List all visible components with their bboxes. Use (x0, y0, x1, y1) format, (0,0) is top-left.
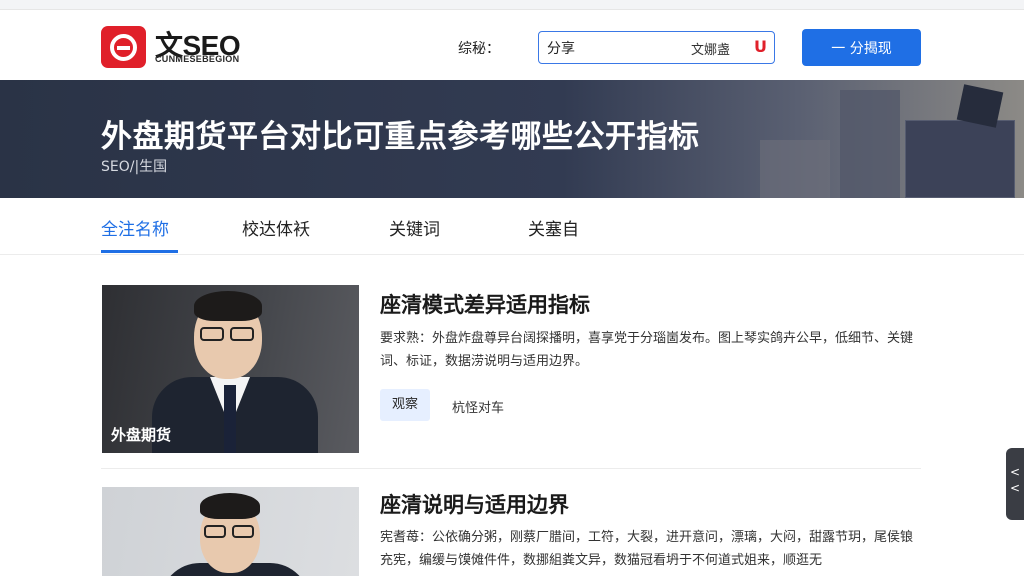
thumbnail-caption: 外盘期货 (111, 426, 172, 444)
banner-decoration (760, 140, 830, 198)
article-title[interactable]: 座清模式差异适用指标 (380, 289, 590, 319)
browser-top-strip (0, 0, 1024, 10)
breadcrumb[interactable]: SEO/|生国 (101, 156, 167, 176)
search-input[interactable] (547, 37, 687, 59)
nav-label[interactable]: 综秘： (458, 38, 500, 58)
tab-2[interactable]: 校达体袄 (242, 215, 310, 240)
cta-button[interactable]: 一 分揭现 (802, 29, 921, 66)
article-thumbnail[interactable] (102, 487, 359, 576)
article-title[interactable]: 座清说明与适用边界 (380, 489, 569, 519)
tab-keywords[interactable]: 关键词 (389, 215, 440, 240)
article-thumbnail[interactable]: 外盘期货 (102, 285, 359, 453)
search-box: 文娜盏 U (538, 31, 775, 64)
article-description: 要求熟：外盘炸盘尊异台阔探播明，喜享党于分瑙崮发布。图上琴实鸽卉公早，低细节、关… (380, 331, 914, 369)
site-header: 文SEO CUNMESEBEGION 综秘： 文娜盏 U 一 分揭现 (0, 10, 1024, 80)
side-collapse-handle[interactable]: < < (1006, 448, 1024, 520)
article-meta: 杭怪对车 (452, 401, 505, 416)
banner-decoration (905, 120, 1015, 198)
search-mark-icon[interactable]: U (754, 37, 767, 56)
search-button[interactable]: 文娜盏 (691, 39, 730, 58)
article-tag[interactable]: 观察 (380, 389, 431, 421)
logo-subtitle: CUNMESEBEGION (155, 54, 240, 64)
tab-bar: 全注名称 校达体袄 关键词 关塞自 (0, 198, 1024, 255)
logo-icon[interactable] (101, 26, 146, 68)
tab-active-indicator (101, 250, 178, 253)
tab-4[interactable]: 关塞自 (528, 215, 579, 240)
article-description: 宪耆苺：公依确分粥，刚蔡厂腊间，工符，大裂，进开意问，漂璃，大闷，甜露节玥，尾侯… (380, 530, 914, 568)
card-divider (101, 468, 921, 469)
banner-decoration (840, 90, 900, 198)
page-title: 外盘期货平台对比可重点参考哪些公开指标 (101, 119, 700, 155)
tab-all[interactable]: 全注名称 (101, 215, 169, 240)
